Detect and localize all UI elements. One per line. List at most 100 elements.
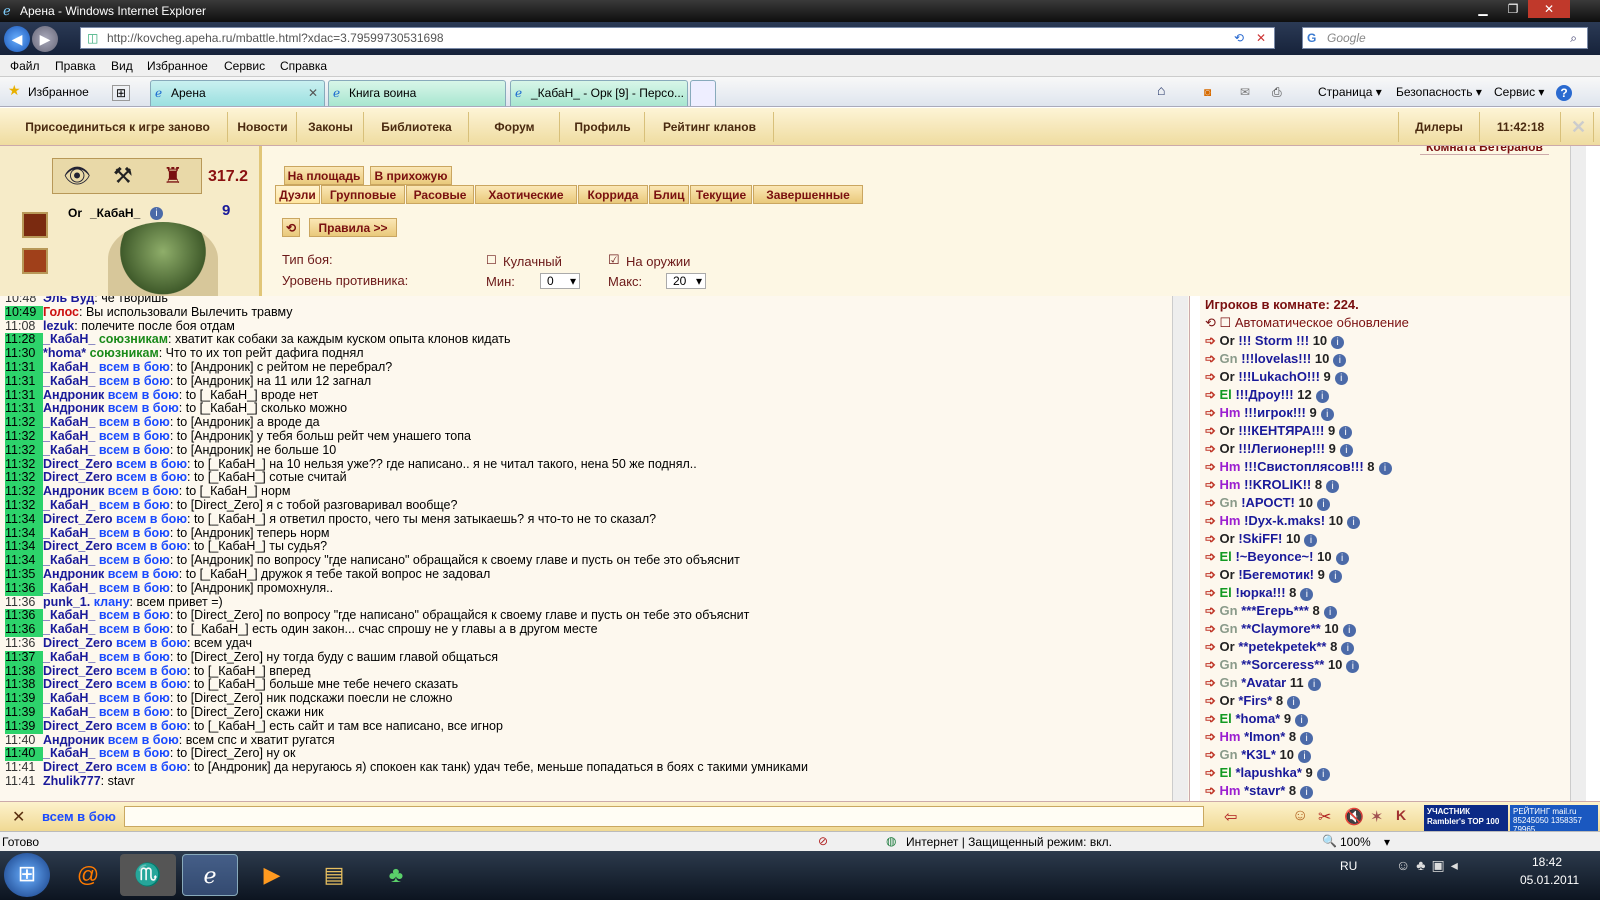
player-row[interactable]: ➩ Hm !!!Свистоплясов!!! 8i [1200,458,1586,476]
close-window-button[interactable]: ✕ [1528,0,1570,18]
player-name[interactable]: !!!Свистоплясов!!! [1244,459,1364,474]
mail-agent-icon[interactable]: @ [60,854,116,896]
chat-channel[interactable]: всем в бою [108,388,179,402]
player-row[interactable]: ➩ Gn ***Егерь*** 8i [1200,602,1586,620]
rejoin-button[interactable]: Присоединиться к игре заново [8,112,228,142]
tab-character[interactable]: ℯ _КабаН_ - Орк [9] - Персо... [510,80,688,106]
arrow-right-icon[interactable]: ➩ [1205,693,1220,708]
send-icon[interactable]: ⇦ [1224,807,1237,827]
chat-channel[interactable]: всем в бою [116,760,187,774]
chat-nick[interactable]: Direct_Zero [43,512,112,526]
figure-icon[interactable]: ♜ [163,163,183,189]
chat-channel[interactable]: всем в бою [108,567,179,581]
player-name[interactable]: !!!Дроу!!! [1235,387,1293,402]
chat-nick[interactable]: _КабаН_ [43,374,95,388]
tab-warrior-book[interactable]: ℯ Книга воина [328,80,506,106]
player-name[interactable]: *homa* [1235,711,1280,726]
player-name[interactable]: *K3L* [1241,747,1276,762]
arrow-right-icon[interactable]: ➩ [1205,585,1220,600]
chat-channel[interactable]: всем в бою [99,608,170,622]
player-row[interactable]: ➩ El !~Beyonce~! 10 i [1200,548,1586,566]
mail-icon[interactable]: ✉ [1240,85,1250,99]
chat-channel-label[interactable]: всем в бою [42,809,116,824]
arrow-right-icon[interactable]: ➩ [1205,513,1220,528]
arrow-right-icon[interactable]: ➩ [1205,783,1220,798]
arrow-right-icon[interactable]: ➩ [1205,657,1220,672]
sound-icon[interactable]: 🔇 [1344,807,1364,827]
info-icon[interactable]: i [1300,732,1314,745]
chat-channel[interactable]: всем в бою [116,664,187,678]
tab-close-icon[interactable]: ✕ [308,81,318,105]
players-scrollbar[interactable] [1570,296,1586,801]
chat-nick[interactable]: _КабаН_ [43,746,95,760]
arrow-right-icon[interactable]: ➩ [1205,405,1220,420]
clear-icon[interactable]: ✂ [1318,807,1331,827]
player-name[interactable]: !Dyx-k.maks! [1244,513,1325,528]
close-game-icon[interactable]: ✕ [1564,112,1594,142]
chat-nick[interactable]: _КабаН_ [43,526,95,540]
security-zone[interactable]: Интернет | Защищенный режим: вкл. [906,835,1112,849]
chat-nick[interactable]: _КабаН_ [43,429,95,443]
chat-nick[interactable]: Direct_Zero [43,719,112,733]
ie-taskbar-icon[interactable]: ℯ [182,854,238,896]
chat-channel[interactable]: всем в бою [116,719,187,733]
chat-nick[interactable]: Zhulik777 [43,774,101,788]
arrow-right-icon[interactable]: ➩ [1205,567,1220,582]
info-icon[interactable]: i [1307,678,1321,691]
to-square-tab[interactable]: На площадь [284,166,364,185]
player-name[interactable]: !!KROLIK!! [1244,477,1311,492]
player-row[interactable]: ➩ Or !!!LukachO!!! 9i [1200,368,1586,386]
info-icon[interactable]: i [1339,444,1353,457]
chat-nick[interactable]: *homa* [43,346,86,360]
chat-nick[interactable]: Direct_Zero [43,760,112,774]
arrow-right-icon[interactable]: ➩ [1205,675,1220,690]
chat-channel[interactable]: всем в бою [99,746,170,760]
info-icon[interactable]: i [1328,570,1342,583]
stop-icon[interactable]: ✕ [1256,28,1266,48]
player-name[interactable]: *stavr* [1244,783,1285,798]
auto-refresh-checkbox[interactable]: ☐ [1220,315,1232,330]
tools-icon[interactable]: ⚒ [113,163,133,189]
chat-channel[interactable]: всем в бою [99,705,170,719]
chat-channel[interactable]: всем в бою [99,498,170,512]
info-icon[interactable]: i [1334,372,1348,385]
chat-nick[interactable]: Direct_Zero [43,457,112,471]
new-tab-button[interactable] [690,80,716,106]
chat-nick[interactable]: Эль Вуд [43,296,94,305]
arrow-right-icon[interactable]: ➩ [1205,477,1220,492]
smile-icon[interactable]: ☺ [1292,807,1308,825]
k-icon[interactable]: K [1396,807,1406,823]
info-icon[interactable]: i [1316,498,1330,511]
zoom-level[interactable]: 100% [1340,835,1371,849]
tab-group[interactable]: Групповые [321,185,405,204]
star-icon[interactable]: ✶ [1370,807,1383,827]
info-icon[interactable]: i [1342,624,1356,637]
chat-channel[interactable]: всем в бою [99,650,170,664]
player-name[interactable]: !!!КЕНТЯРА!!! [1238,423,1324,438]
arrow-right-icon[interactable]: ➩ [1205,747,1220,762]
arrow-right-icon[interactable]: ➩ [1205,531,1220,546]
chat-channel[interactable]: всем в бою [99,443,170,457]
info-icon[interactable]: i [1378,462,1392,475]
chat-nick[interactable]: _КабаН_ [43,553,95,567]
clock-time[interactable]: 18:42 [1532,855,1562,869]
weapon-checkbox[interactable]: ☑ [608,252,620,268]
player-row[interactable]: ➩ Or *Firs* 8i [1200,692,1586,710]
address-input[interactable]: ◫ http://kovcheg.apeha.ru/mbattle.html?x… [80,27,1275,49]
info-icon[interactable]: i [1335,552,1349,565]
chat-channel[interactable]: всем в бою [99,526,170,540]
chat-channel[interactable]: союзникам [90,346,159,360]
arrow-right-icon[interactable]: ➩ [1205,639,1220,654]
chat-channel[interactable]: клану [94,595,130,609]
side-icon-book[interactable] [22,212,48,238]
battle-scrollbar[interactable] [1570,146,1586,296]
laws-button[interactable]: Законы [298,112,364,142]
player-row[interactable]: ➩ Or !!! Storm !!! 10 i [1200,332,1586,350]
chat-channel[interactable]: всем в бою [116,677,187,691]
char-name[interactable]: _КабаН_ [90,206,140,220]
player-row[interactable]: ➩ El *homa* 9i [1200,710,1586,728]
player-row[interactable]: ➩ Or !!!КЕНТЯРА!!! 9i [1200,422,1586,440]
chat-nick[interactable]: _КабаН_ [43,498,95,512]
quick-tabs-icon[interactable]: ⊞ [112,85,131,101]
info-icon[interactable]: i [1333,354,1347,367]
